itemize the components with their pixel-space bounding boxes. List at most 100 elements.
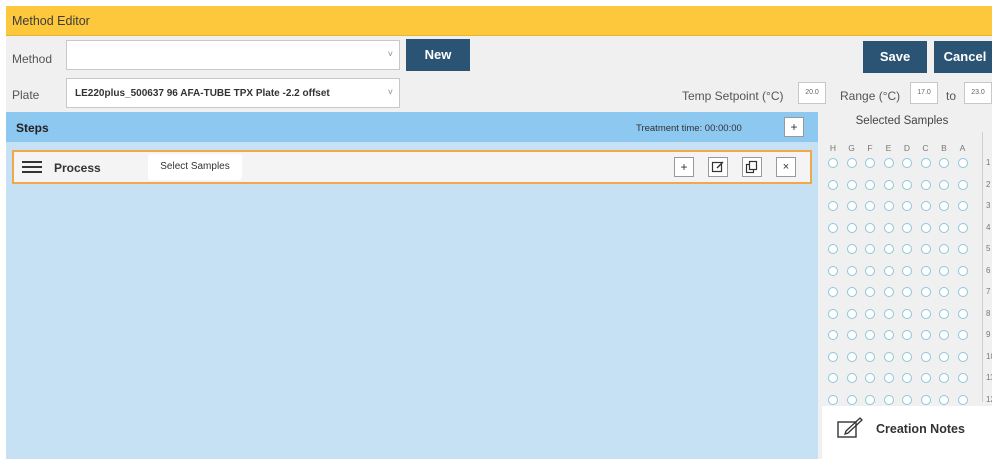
sample-well[interactable] — [957, 179, 968, 190]
sample-well[interactable] — [883, 179, 894, 190]
sample-well[interactable] — [828, 394, 838, 405]
sample-well[interactable] — [883, 222, 894, 233]
sample-well[interactable] — [846, 351, 857, 362]
sample-well[interactable] — [902, 201, 912, 211]
method-dropdown[interactable]: ˅ — [66, 40, 400, 70]
sample-well[interactable] — [957, 351, 968, 362]
sample-well[interactable] — [846, 308, 857, 319]
sample-well[interactable] — [902, 265, 912, 276]
sample-well[interactable] — [883, 158, 894, 168]
row-number[interactable]: 10 — [986, 352, 992, 361]
sample-well[interactable] — [846, 179, 857, 190]
sample-well[interactable] — [902, 158, 912, 168]
row-number[interactable]: 9 — [986, 330, 990, 339]
sample-well[interactable] — [865, 308, 875, 319]
sample-well[interactable] — [902, 287, 912, 297]
sample-well[interactable] — [957, 394, 968, 405]
sample-well[interactable] — [865, 179, 875, 190]
sample-well[interactable] — [846, 394, 857, 405]
sample-well[interactable] — [883, 265, 894, 276]
sample-well[interactable] — [865, 222, 875, 233]
sample-well[interactable] — [902, 244, 912, 254]
sample-well[interactable] — [828, 222, 838, 233]
row-number[interactable]: 5 — [986, 244, 990, 253]
sample-well[interactable] — [828, 373, 838, 383]
sample-well[interactable] — [920, 373, 931, 383]
row-number[interactable]: 7 — [986, 287, 990, 296]
sample-well[interactable] — [902, 179, 912, 190]
sample-well[interactable] — [865, 201, 875, 211]
sample-well[interactable] — [846, 265, 857, 276]
sample-well[interactable] — [828, 244, 838, 254]
row-number[interactable]: 11 — [986, 373, 992, 382]
sample-well[interactable] — [865, 330, 875, 340]
delete-icon[interactable]: × — [776, 157, 796, 177]
creation-notes[interactable]: Creation Notes — [822, 406, 992, 459]
sample-well[interactable] — [920, 265, 931, 276]
sample-well[interactable] — [939, 201, 949, 211]
sample-well[interactable] — [939, 265, 949, 276]
sample-well[interactable] — [828, 265, 838, 276]
sample-well[interactable] — [828, 287, 838, 297]
sample-well[interactable] — [902, 373, 912, 383]
hamburger-menu-icon[interactable] — [22, 158, 42, 176]
sample-well[interactable] — [846, 244, 857, 254]
sample-well[interactable] — [902, 330, 912, 340]
sample-well[interactable] — [828, 330, 838, 340]
sample-well[interactable] — [957, 330, 968, 340]
sample-well[interactable] — [902, 351, 912, 362]
edit-icon[interactable] — [708, 157, 728, 177]
column-header[interactable]: B — [938, 143, 950, 153]
select-samples-button[interactable]: Select Samples — [148, 154, 242, 180]
sample-well[interactable] — [939, 287, 949, 297]
sample-well[interactable] — [883, 308, 894, 319]
sample-well[interactable] — [920, 394, 931, 405]
copy-icon[interactable] — [742, 157, 762, 177]
sample-well[interactable] — [920, 222, 931, 233]
sample-well[interactable] — [939, 222, 949, 233]
sample-well[interactable] — [865, 394, 875, 405]
sample-well[interactable] — [828, 179, 838, 190]
sample-well[interactable] — [846, 330, 857, 340]
add-step-icon[interactable]: + — [784, 117, 804, 137]
sample-well[interactable] — [957, 308, 968, 319]
sample-well[interactable] — [883, 394, 894, 405]
sample-well[interactable] — [846, 222, 857, 233]
process-step[interactable]: Process Select Samples + × — [12, 150, 812, 184]
sample-well[interactable] — [920, 158, 931, 168]
sample-well[interactable] — [865, 287, 875, 297]
sample-well[interactable] — [939, 373, 949, 383]
temp-setpoint-input[interactable]: 20.0 — [798, 82, 826, 104]
sample-well[interactable] — [846, 287, 857, 297]
sample-well[interactable] — [828, 308, 838, 319]
plate-dropdown[interactable]: LE220plus_500637 96 AFA-TUBE TPX Plate -… — [66, 78, 400, 108]
row-number[interactable]: 12 — [986, 395, 992, 404]
sample-well[interactable] — [865, 351, 875, 362]
sample-well[interactable] — [920, 351, 931, 362]
sample-well[interactable] — [939, 308, 949, 319]
sample-well[interactable] — [939, 330, 949, 340]
sample-well[interactable] — [865, 373, 875, 383]
sample-well[interactable] — [883, 244, 894, 254]
cancel-button[interactable]: Cancel — [934, 41, 992, 73]
new-button[interactable]: New — [406, 39, 470, 71]
sample-well[interactable] — [883, 330, 894, 340]
sample-well[interactable] — [865, 265, 875, 276]
sample-well[interactable] — [828, 158, 838, 168]
row-number[interactable]: 4 — [986, 223, 990, 232]
sample-well[interactable] — [920, 308, 931, 319]
sample-well[interactable] — [846, 373, 857, 383]
sample-well[interactable] — [902, 394, 912, 405]
column-header[interactable]: E — [883, 143, 895, 153]
sample-well[interactable] — [883, 373, 894, 383]
sample-well[interactable] — [920, 201, 931, 211]
sample-well[interactable] — [883, 201, 894, 211]
sample-well[interactable] — [846, 201, 857, 211]
column-header[interactable]: F — [864, 143, 876, 153]
range-min-input[interactable]: 17.0 — [910, 82, 938, 104]
sample-well[interactable] — [920, 179, 931, 190]
sample-well[interactable] — [957, 201, 968, 211]
row-number[interactable]: 3 — [986, 201, 990, 210]
row-number[interactable]: 6 — [986, 266, 990, 275]
column-header[interactable]: D — [901, 143, 913, 153]
